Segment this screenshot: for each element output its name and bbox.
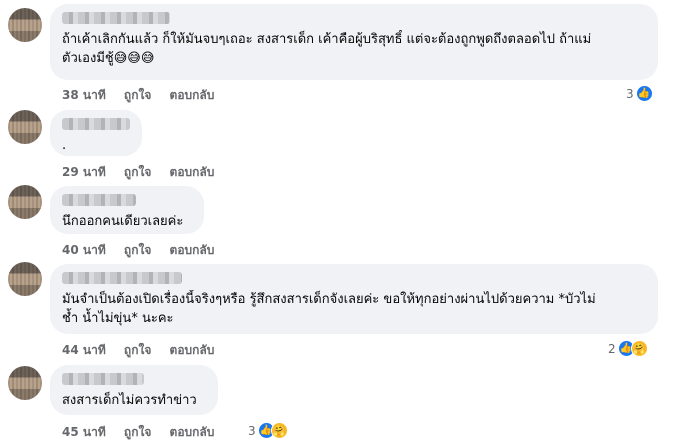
like-button[interactable]: ถูกใจ — [124, 343, 151, 357]
sweat-smile-emoji: 😅😅😅 — [113, 51, 155, 66]
author-name-blurred[interactable] — [62, 12, 170, 24]
care-emoji-icon: 🤗 — [630, 340, 648, 357]
comment-text-line-1: มันจำเป็นต้องเปิดเรื่องนี้จริงๆหรือ รู้ส… — [62, 292, 596, 307]
reply-button[interactable]: ตอบกลับ — [170, 425, 215, 439]
comment-actions: 44 นาที ถูกใจ ตอบกลับ — [62, 341, 228, 360]
comment-text: ตัวเองมีชู้ — [62, 51, 114, 66]
avatar[interactable] — [8, 366, 42, 400]
like-button[interactable]: ถูกใจ — [124, 425, 151, 439]
author-name-blurred[interactable] — [62, 272, 182, 284]
care-emoji-icon: 🤗 — [270, 422, 288, 439]
timestamp[interactable]: 45 นาที — [62, 425, 106, 439]
comment-text: สงสารเด็กไม่ควรทำข่าว — [62, 393, 197, 408]
reaction-count: 2 — [608, 341, 616, 356]
timestamp[interactable]: 40 นาที — [62, 243, 106, 257]
timestamp[interactable]: 44 นาที — [62, 343, 106, 357]
reply-button[interactable]: ตอบกลับ — [170, 343, 215, 357]
author-name-blurred[interactable] — [62, 194, 136, 206]
avatar[interactable] — [8, 110, 42, 144]
reaction-summary[interactable]: 3 👍 🤗 — [248, 422, 288, 439]
timestamp[interactable]: 38 นาที — [62, 88, 106, 102]
like-button[interactable]: ถูกใจ — [124, 165, 151, 179]
reaction-count: 3 — [248, 423, 256, 438]
timestamp[interactable]: 29 นาที — [62, 165, 106, 179]
like-button[interactable]: ถูกใจ — [124, 88, 151, 102]
avatar[interactable] — [8, 262, 42, 296]
avatar[interactable] — [8, 8, 42, 42]
avatar[interactable] — [8, 185, 42, 219]
comment-bubble: มันจำเป็นต้องเปิดเรื่องนี้จริงๆหรือ รู้ส… — [50, 264, 658, 334]
comment-text: . — [62, 138, 67, 153]
comment-actions: 40 นาที ถูกใจ ตอบกลับ — [62, 241, 228, 260]
reaction-summary[interactable]: 2 👍 🤗 — [608, 340, 648, 357]
comment-text-line-1: ถ้าเค้าเลิกกันแล้ว ก็ให้มันจบๆเถอะ สงสาร… — [62, 32, 592, 47]
comment-bubble: นึกออกคนเดียวเลยค่ะ — [50, 186, 204, 234]
reaction-count: 3 — [626, 86, 634, 101]
comment-actions: 29 นาที ถูกใจ ตอบกลับ — [62, 163, 228, 182]
like-button[interactable]: ถูกใจ — [124, 243, 151, 257]
author-name-blurred[interactable] — [62, 373, 144, 385]
author-name-blurred[interactable] — [62, 118, 130, 130]
thumbs-up-icon: 👍 — [635, 85, 653, 102]
comment-actions: 45 นาที ถูกใจ ตอบกลับ — [62, 423, 228, 442]
comment-bubble: . — [50, 110, 142, 156]
comment-text-line-2: ช้ำ น้ำไม่ขุ่น* นะคะ — [62, 311, 174, 326]
comment-bubble: ถ้าเค้าเลิกกันแล้ว ก็ให้มันจบๆเถอะ สงสาร… — [50, 4, 658, 80]
reply-button[interactable]: ตอบกลับ — [170, 243, 215, 257]
reply-button[interactable]: ตอบกลับ — [170, 88, 215, 102]
comment-bubble: สงสารเด็กไม่ควรทำข่าว — [50, 365, 218, 415]
reply-button[interactable]: ตอบกลับ — [170, 165, 215, 179]
comment-actions: 38 นาที ถูกใจ ตอบกลับ — [62, 86, 228, 105]
comment-text: นึกออกคนเดียวเลยค่ะ — [62, 214, 184, 229]
reaction-summary[interactable]: 3 👍 — [626, 85, 653, 102]
comment-text-line-2: ตัวเองมีชู้😅😅😅 — [62, 49, 646, 68]
